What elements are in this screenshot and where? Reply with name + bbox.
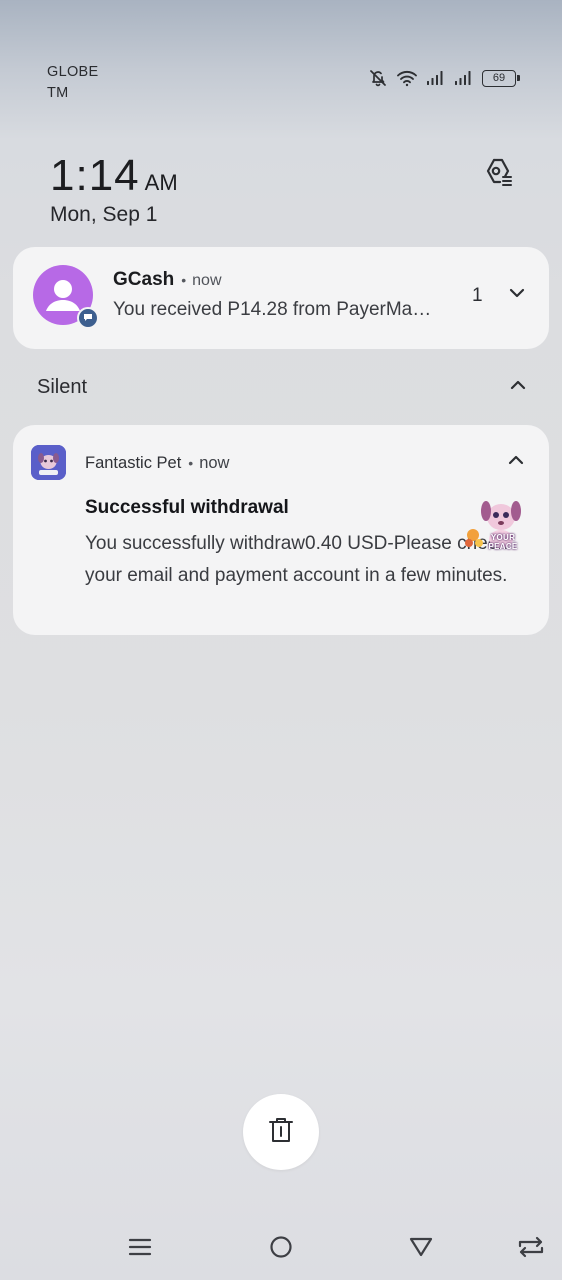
- home-button[interactable]: [263, 1234, 299, 1264]
- notification-thumbnail: YOUR PEACE: [463, 495, 527, 555]
- clock-time: 1:14: [50, 151, 140, 200]
- status-bar: GLOBE TM 69: [0, 0, 562, 110]
- carrier-line-2: TM: [47, 85, 69, 101]
- menu-icon: [128, 1236, 152, 1263]
- chevron-up-icon: [509, 378, 527, 396]
- rotate-icon: [517, 1236, 545, 1263]
- navigation-bar: [0, 1220, 562, 1280]
- pet-title-row: Fantastic Pet • now: [85, 454, 229, 473]
- separator-dot: •: [188, 455, 194, 471]
- trash-icon: [268, 1116, 294, 1149]
- notification-time: now: [199, 454, 230, 472]
- settings-icon: [480, 157, 514, 192]
- signal-icon: [454, 70, 474, 86]
- chat-bubble-icon: [83, 309, 93, 327]
- clear-all-button[interactable]: [243, 1094, 319, 1170]
- thumbnail-text: YOUR PEACE: [488, 533, 518, 551]
- battery-icon: 69: [482, 69, 520, 87]
- notification-title: GCash: [113, 269, 175, 290]
- carrier-name: GLOBE TM: [47, 62, 98, 104]
- rotate-button[interactable]: [513, 1234, 549, 1264]
- settings-button[interactable]: [478, 156, 516, 192]
- separator-dot: •: [181, 272, 187, 288]
- fantastic-pet-app-icon: [31, 445, 66, 480]
- home-icon: [269, 1235, 293, 1264]
- notification-count: 1: [472, 285, 483, 306]
- wifi-icon: [396, 69, 418, 87]
- status-icons: 69: [368, 68, 520, 88]
- notification-message: You received P14.28 from PayerMa…: [113, 299, 432, 320]
- date: Mon, Sep 1: [50, 203, 158, 226]
- notification-time: now: [192, 272, 222, 289]
- back-button[interactable]: [403, 1234, 439, 1264]
- gcash-title-row: GCash • now: [113, 269, 222, 291]
- notification-title: Successful withdrawal: [85, 497, 289, 518]
- chevron-down-icon: [508, 286, 526, 304]
- clock-ampm: AM: [144, 170, 178, 195]
- signal-icon: [426, 70, 446, 86]
- back-icon: [409, 1237, 433, 1262]
- chevron-up-icon: [507, 453, 525, 471]
- collapse-button[interactable]: [503, 449, 529, 475]
- recents-button[interactable]: [122, 1234, 158, 1264]
- app-name: Fantastic Pet: [85, 454, 182, 472]
- gcash-app-badge: [77, 307, 99, 329]
- notification-fantastic-pet[interactable]: Fantastic Pet • now Successful withdrawa…: [13, 425, 549, 635]
- expand-button[interactable]: [505, 283, 529, 307]
- section-header-silent: Silent: [37, 376, 88, 398]
- carrier-line-1: GLOBE: [47, 64, 99, 80]
- clock: 1:14 AM: [50, 150, 178, 202]
- collapse-silent-button[interactable]: [505, 374, 531, 400]
- bell-off-icon: [368, 68, 388, 88]
- notification-gcash[interactable]: GCash • now You received P14.28 from Pay…: [13, 247, 549, 349]
